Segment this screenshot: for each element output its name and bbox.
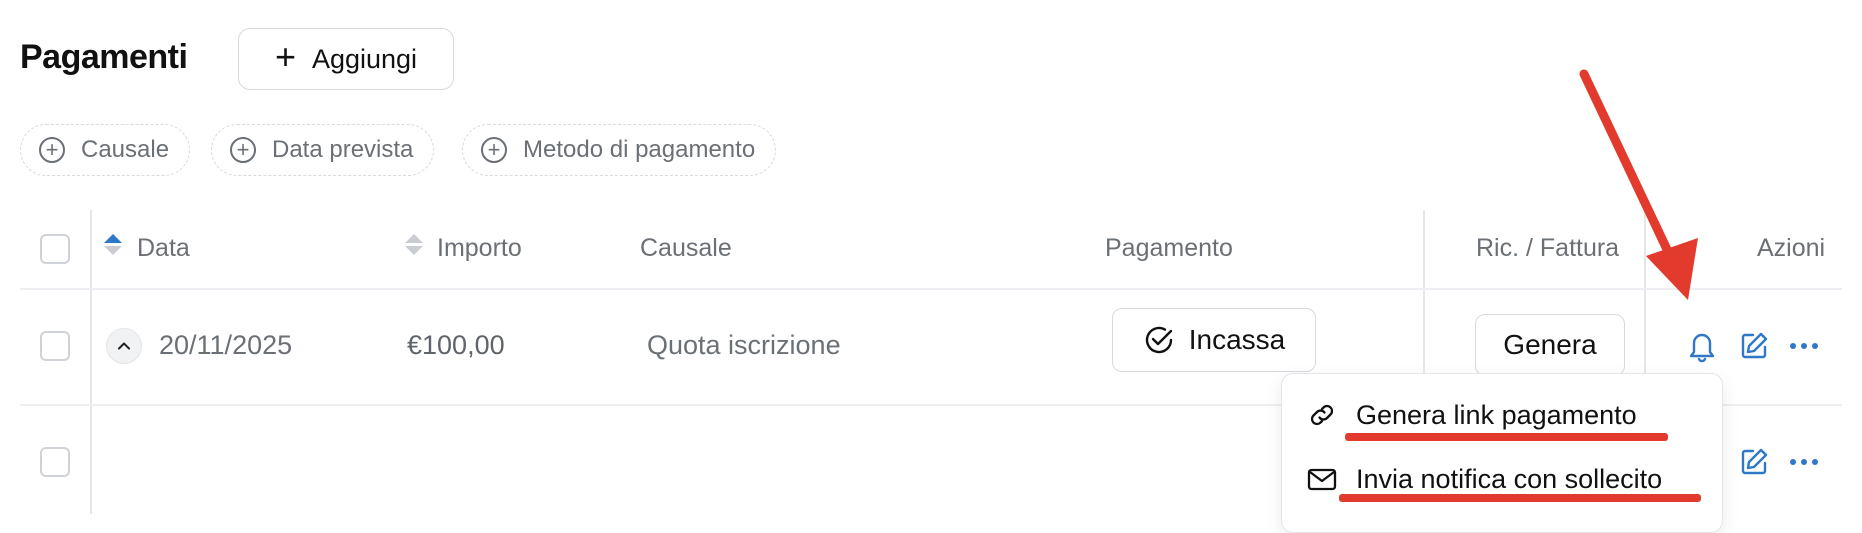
filter-chip-metodo-pagamento[interactable]: + Metodo di pagamento [462, 124, 777, 176]
filter-chip-label: Causale [81, 136, 170, 163]
filter-chip-label: Metodo di pagamento [523, 136, 756, 163]
row-amount: €100,00 [407, 330, 505, 360]
row-date: 20/11/2025 [159, 330, 293, 360]
menu-item-label: Invia notifica con sollecito [1356, 463, 1663, 494]
annotation-underline [1339, 494, 1701, 502]
sort-icon[interactable] [405, 234, 423, 255]
filter-chip-data-prevista[interactable]: + Data prevista [211, 124, 435, 176]
check-circle-icon [1145, 326, 1172, 354]
column-header-causale: Causale [640, 234, 732, 262]
edit-icon[interactable] [1736, 444, 1772, 480]
plus-circle-icon: + [39, 137, 65, 163]
column-header-pagamento: Pagamento [1105, 234, 1233, 262]
bell-icon[interactable] [1684, 328, 1720, 364]
annotation-underline [1345, 433, 1668, 441]
row-checkbox[interactable] [40, 331, 70, 361]
plus-icon: + [274, 36, 296, 77]
plus-circle-icon: + [481, 137, 507, 163]
menu-item-genera-link[interactable]: Genera link pagamento [1306, 399, 1637, 431]
column-header-data[interactable]: Data [137, 234, 190, 263]
incassa-label: Incassa [1188, 324, 1286, 355]
sort-asc-icon[interactable] [104, 234, 122, 255]
collapse-row-button[interactable] [106, 328, 142, 364]
column-header-azioni: Azioni [1757, 234, 1826, 262]
menu-item-invia-notifica[interactable]: Invia notifica con sollecito [1306, 463, 1662, 495]
actions-dropdown-menu: Genera link pagamento Invia notifica con… [1281, 373, 1723, 533]
select-all-checkbox[interactable] [40, 234, 70, 264]
row-checkbox[interactable] [40, 447, 70, 477]
column-divider [90, 210, 92, 514]
more-actions-icon[interactable] [1786, 328, 1822, 364]
incassa-button[interactable]: Incassa [1112, 308, 1316, 372]
filter-chip-label: Data prevista [272, 136, 414, 163]
more-actions-icon[interactable] [1786, 444, 1822, 480]
plus-circle-icon: + [230, 137, 256, 163]
mail-icon [1307, 468, 1337, 491]
genera-ricevuta-button[interactable]: Genera [1475, 314, 1625, 376]
column-header-importo[interactable]: Importo [437, 234, 522, 263]
chevron-up-icon [118, 342, 130, 350]
link-icon [1310, 404, 1334, 426]
add-button-label: Aggiungi [311, 43, 418, 74]
filter-chip-causale[interactable]: + Causale [20, 124, 191, 176]
add-payment-button[interactable]: + Aggiungi [238, 28, 454, 90]
page-title: Pagamenti [20, 38, 188, 76]
edit-icon[interactable] [1736, 328, 1772, 364]
column-divider [1423, 210, 1425, 375]
menu-item-label: Genera link pagamento [1356, 399, 1637, 430]
row-causale: Quota iscrizione [647, 330, 841, 360]
annotation-arrow [1579, 69, 1698, 300]
